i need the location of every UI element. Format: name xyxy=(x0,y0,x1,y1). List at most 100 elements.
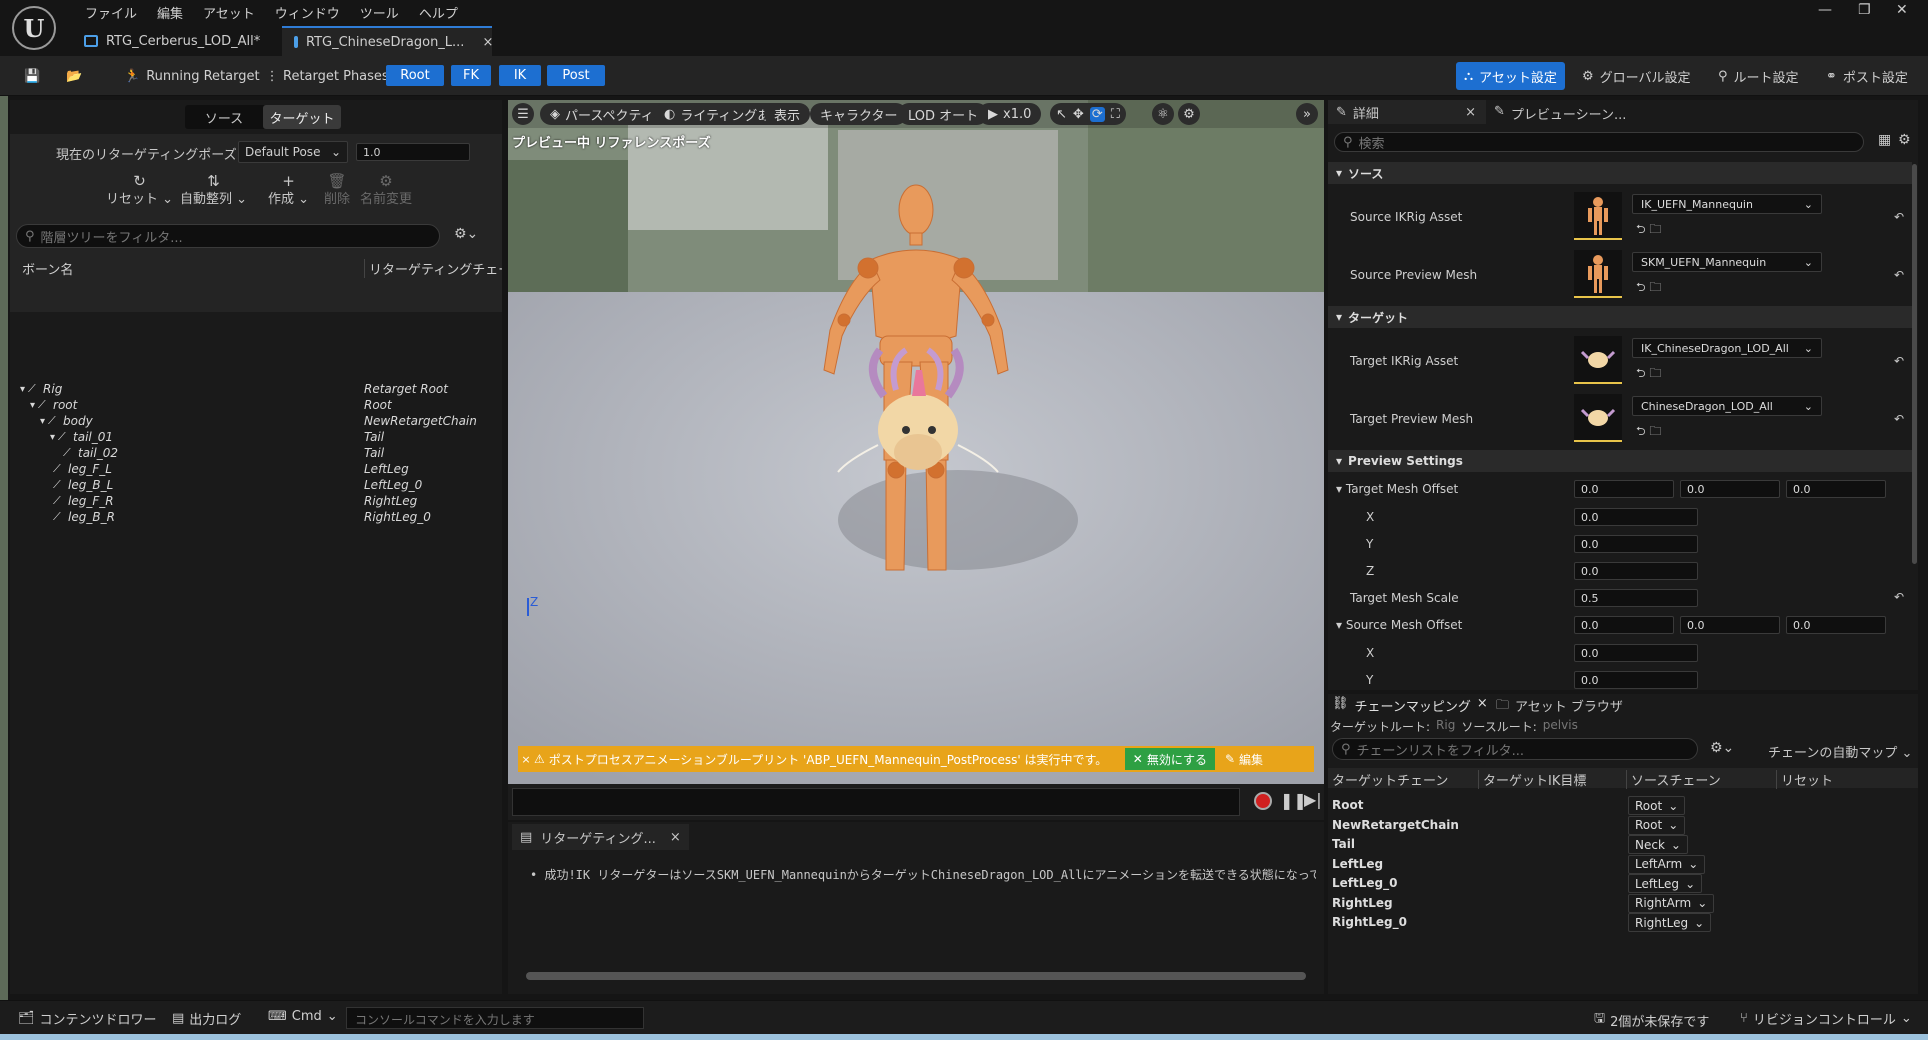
rotate-icon[interactable]: ⟳ xyxy=(1089,106,1105,122)
source-offset-x-input[interactable]: 0.0 xyxy=(1574,616,1674,634)
pause-icon[interactable]: ❚❚ xyxy=(1280,791,1307,810)
phase-root-button[interactable]: Root xyxy=(386,65,444,86)
source-chain-select[interactable]: RightLeg ⌄ xyxy=(1628,913,1712,932)
browse-target-mesh-icon[interactable]: ⮌ 🗀 xyxy=(1636,422,1661,443)
reset-default-icon[interactable]: ↶ xyxy=(1894,210,1904,224)
expand-arrow-icon[interactable]: ▾ xyxy=(20,384,25,395)
tab-chinesedragon[interactable]: RTG_ChineseDragon_L... × xyxy=(282,26,493,56)
play-speed-button[interactable]: ▶ x1.0 xyxy=(978,103,1042,125)
bone-row[interactable]: ▾ ⟋ body NewRetargetChain xyxy=(16,414,502,430)
timeline-track[interactable] xyxy=(512,788,1240,816)
bone-row[interactable]: ⟋ leg_B_R RightLeg_0 xyxy=(16,510,502,526)
source-chain-select[interactable]: RightArm ⌄ xyxy=(1628,893,1715,913)
reset-default-icon[interactable]: ↶ xyxy=(1894,412,1904,426)
move-icon[interactable]: ✥ xyxy=(1073,107,1084,122)
settings-gear-icon[interactable]: ⚙⌄ xyxy=(1710,740,1734,756)
unreal-logo-icon[interactable]: U xyxy=(12,6,56,50)
chain-tab-close-icon[interactable]: × xyxy=(1477,696,1488,715)
menu-window[interactable]: ウィンドウ xyxy=(265,0,350,22)
reset-default-icon[interactable]: ↶ xyxy=(1894,590,1904,604)
source-chain-select[interactable]: LeftLeg ⌄ xyxy=(1628,874,1703,893)
restore-icon[interactable]: ❐ xyxy=(1858,2,1871,18)
target-mesh-scale-input[interactable]: 0.5 xyxy=(1574,589,1698,607)
source-chain-select[interactable]: Root ⌄ xyxy=(1628,796,1686,815)
bone-row[interactable]: ⟋ leg_F_L LeftLeg xyxy=(16,462,502,478)
post-settings-button[interactable]: ⚭ ポスト設定 xyxy=(1818,62,1916,90)
log-tab[interactable]: ▤ リターゲティング... × xyxy=(512,824,689,850)
tab-cerberus[interactable]: RTG_Cerberus_LOD_All* xyxy=(72,26,278,56)
record-icon[interactable] xyxy=(1254,792,1272,810)
revision-control-button[interactable]: ⑂ リビジョンコントロール ⌄ xyxy=(1740,1009,1912,1028)
pose-select[interactable]: Default Pose ⌄ xyxy=(238,141,348,163)
source-ikrig-thumbnail[interactable] xyxy=(1574,192,1622,240)
close-window-icon[interactable]: ✕ xyxy=(1896,2,1908,18)
viewport-menu-icon[interactable]: ☰ xyxy=(512,103,534,125)
step-forward-icon[interactable]: ▶| xyxy=(1304,790,1322,809)
bone-row[interactable]: ⟋ leg_F_R RightLeg xyxy=(16,494,502,510)
browse-source-mesh-icon[interactable]: ⮌ 🗀 xyxy=(1636,278,1661,299)
running-retarget-button[interactable]: 🏃 Running Retarget ⋮ xyxy=(124,64,279,88)
camera-speed-icon[interactable]: ⚙ xyxy=(1178,103,1200,125)
edit-button[interactable]: ✎ 編集 xyxy=(1215,751,1273,768)
preview-settings-header[interactable]: ▾ Preview Settings xyxy=(1328,450,1912,472)
snap-icon[interactable]: ⚛ xyxy=(1152,103,1174,125)
col-source-chain[interactable]: ソースチェーン xyxy=(1626,770,1721,789)
more-options-icon[interactable]: ⋮ xyxy=(266,69,279,84)
phase-ik-button[interactable]: IK xyxy=(499,65,541,86)
menu-edit[interactable]: 編集 xyxy=(147,0,193,22)
reset-default-icon[interactable]: ↶ xyxy=(1894,354,1904,368)
pose-blend-input[interactable]: 1.0 xyxy=(356,143,470,161)
unsaved-button[interactable]: 🖫 2個が未保存です xyxy=(1594,1009,1709,1031)
disable-button[interactable]: ✕ 無効にする xyxy=(1124,748,1215,770)
expand-arrow-icon[interactable]: ▾ xyxy=(40,416,45,427)
source-section-header[interactable]: ▾ ソース xyxy=(1328,162,1912,184)
bone-name-header[interactable]: ボーン名 xyxy=(22,259,73,278)
col-reset[interactable]: リセット xyxy=(1776,770,1833,789)
minimize-icon[interactable]: — xyxy=(1818,2,1832,18)
target-mesh-thumbnail[interactable] xyxy=(1574,394,1622,442)
source-offset-z-input[interactable]: 0.0 xyxy=(1786,616,1886,634)
browse-asset-icon[interactable]: 📂 xyxy=(66,64,82,88)
browse-target-ikrig-icon[interactable]: ⮌ 🗀 xyxy=(1636,364,1661,385)
details-tab[interactable]: ✎ 詳細 × xyxy=(1328,100,1486,124)
tab-close-icon[interactable]: × xyxy=(482,35,493,50)
browse-source-ikrig-icon[interactable]: ⮌ 🗀 xyxy=(1636,220,1661,241)
source-chain-select[interactable]: Root ⌄ xyxy=(1628,815,1686,835)
target-offset-y-input[interactable]: 0.0 xyxy=(1680,480,1780,498)
target-toggle[interactable]: ターゲット xyxy=(263,105,341,129)
target-offset-y-field[interactable]: 0.0 xyxy=(1574,535,1698,553)
global-settings-button[interactable]: ⚙ グローバル設定 xyxy=(1574,62,1699,90)
expand-arrow-icon[interactable]: ▾ xyxy=(50,432,55,443)
source-mesh-offset-label[interactable]: ▾ Source Mesh Offset xyxy=(1336,618,1462,632)
root-settings-button[interactable]: ⚲ ルート設定 xyxy=(1710,62,1807,90)
target-offset-x-input[interactable]: 0.0 xyxy=(1574,480,1674,498)
target-mesh-offset-label[interactable]: ▾ Target Mesh Offset xyxy=(1336,482,1458,496)
details-tab-close-icon[interactable]: × xyxy=(1465,105,1476,120)
menu-tools[interactable]: ツール xyxy=(350,0,409,22)
bone-row[interactable]: ⟋ tail_02 Tail xyxy=(16,446,502,462)
show-button[interactable]: 表示 xyxy=(764,103,811,125)
preview-scene-tab[interactable]: ✎ プレビューシーン... xyxy=(1494,104,1626,123)
delete-button[interactable]: 🗑 削除 xyxy=(324,172,350,207)
hierarchy-filter[interactable]: ⚲ 階層ツリーをフィルタ... xyxy=(16,224,440,248)
target-ikrig-thumbnail[interactable] xyxy=(1574,336,1622,384)
save-icon[interactable]: 💾 xyxy=(24,64,40,88)
source-offset-y-input[interactable]: 0.0 xyxy=(1680,616,1780,634)
auto-align-button[interactable]: ⇅ 自動整列 ⌄ xyxy=(180,172,247,207)
scale-icon[interactable]: ⛶ xyxy=(1111,107,1120,122)
source-offset-y-field[interactable]: 0.0 xyxy=(1574,671,1698,689)
content-drawer-button[interactable]: 🗂 コンテンツドロワー xyxy=(18,1009,157,1028)
bone-row[interactable]: ▾ ⟋ tail_01 Tail xyxy=(16,430,502,446)
auto-map-button[interactable]: チェーンの自動マップ ⌄ xyxy=(1768,742,1912,761)
target-section-header[interactable]: ▾ ターゲット xyxy=(1328,306,1912,328)
target-offset-z-input[interactable]: 0.0 xyxy=(1786,480,1886,498)
details-scrollbar[interactable] xyxy=(1912,164,1917,564)
bone-row[interactable]: ▾ ⟋ Rig Retarget Root xyxy=(16,382,502,398)
source-toggle[interactable]: ソース xyxy=(185,105,263,129)
asset-settings-button[interactable]: ⛬ アセット設定 xyxy=(1456,62,1565,90)
phase-fk-button[interactable]: FK xyxy=(451,65,491,86)
expand-arrow-icon[interactable]: ▾ xyxy=(30,400,35,411)
console-input[interactable]: コンソールコマンドを入力します xyxy=(346,1007,644,1029)
source-ikrig-select[interactable]: IK_UEFN_Mannequin ⌄ xyxy=(1632,194,1822,214)
table-view-icon[interactable]: ▦ xyxy=(1878,132,1891,148)
